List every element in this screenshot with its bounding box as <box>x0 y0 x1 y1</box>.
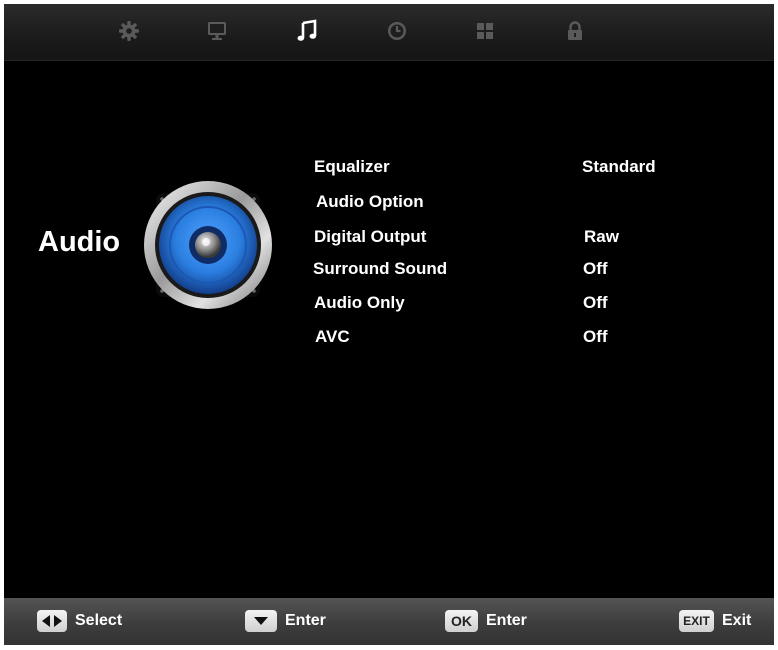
setting-value: Off <box>583 327 608 346</box>
setting-value: Raw <box>584 227 619 246</box>
setting-label: Digital Output <box>314 227 427 246</box>
setting-value: Off <box>583 259 608 278</box>
hint-exit-label: Exit <box>722 612 752 629</box>
tab-audio[interactable] <box>292 16 322 46</box>
gear-icon <box>119 21 139 41</box>
key-hint-bar: Select Enter OK Enter EXIT Exit <box>4 598 774 645</box>
setting-equalizer[interactable]: Equalizer Standard <box>4 157 774 181</box>
setting-label: AVC <box>315 327 350 346</box>
hint-select-label: Select <box>75 612 123 629</box>
setting-digital-output[interactable]: Digital Output Raw <box>4 227 774 251</box>
exit-key-icon: EXIT <box>679 610 714 632</box>
tab-apps[interactable] <box>470 16 500 46</box>
setting-value: Standard <box>582 157 656 176</box>
ok-key-icon: OK <box>445 610 478 632</box>
tab-display[interactable] <box>202 16 232 46</box>
setting-label: Surround Sound <box>313 259 448 278</box>
hint-ok: OK Enter <box>445 610 527 632</box>
tab-time[interactable] <box>382 16 412 46</box>
setting-surround-sound[interactable]: Surround Sound Off <box>4 259 774 283</box>
monitor-icon <box>208 22 226 40</box>
grid-icon <box>477 23 493 39</box>
setting-audio-option[interactable]: Audio Option <box>4 192 774 216</box>
tab-picture-settings[interactable] <box>114 16 144 46</box>
setting-audio-only[interactable]: Audio Only Off <box>4 293 774 317</box>
setting-avc[interactable]: AVC Off <box>4 327 774 351</box>
hint-exit: EXIT Exit <box>679 610 751 632</box>
setting-label: Equalizer <box>314 157 390 176</box>
clock-icon <box>388 22 406 40</box>
music-note-icon <box>297 19 317 41</box>
left-right-key-icon <box>37 610 67 632</box>
setting-label: Audio Option <box>316 192 424 211</box>
hint-enter: Enter <box>245 610 326 632</box>
tab-lock[interactable] <box>560 16 590 46</box>
hint-select: Select <box>37 610 122 632</box>
lock-icon <box>568 21 582 40</box>
tab-bar <box>4 4 774 61</box>
setting-label: Audio Only <box>314 293 405 312</box>
setting-value: Off <box>583 293 608 312</box>
tv-menu: Audio Equalizer Standard Audio Option Di… <box>4 4 774 645</box>
hint-ok-label: Enter <box>486 612 527 629</box>
down-arrow-key-icon <box>245 610 277 632</box>
hint-enter-label: Enter <box>285 612 326 629</box>
